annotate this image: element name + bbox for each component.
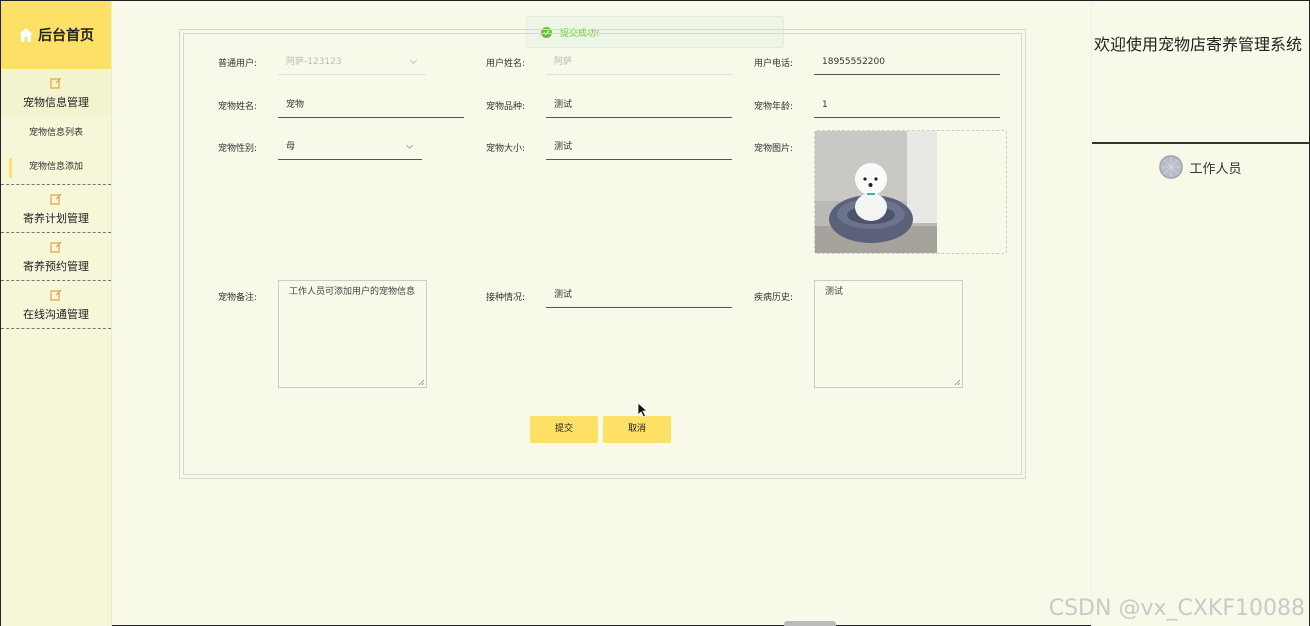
home-label: 后台首页: [38, 28, 94, 44]
pet-age-label: 宠物年龄:: [754, 102, 794, 112]
menu-group-label: 宠物信息管理: [23, 96, 89, 109]
pet-form-card: 普通用户: 阿萨-123123 用户姓名: 阿萨 用户电话: 189555522…: [179, 29, 1026, 479]
pet-breed-input[interactable]: 测试: [546, 92, 732, 118]
resize-grip-icon[interactable]: [418, 379, 425, 386]
pet-size-input[interactable]: 测试: [546, 134, 732, 160]
menu-group-pet-info[interactable]: 宠物信息管理: [1, 69, 111, 116]
edit-icon: [50, 193, 62, 205]
pet-image-label: 宠物图片:: [754, 144, 794, 154]
avatar: [1159, 155, 1184, 179]
user-name-input[interactable]: 阿萨: [546, 49, 732, 75]
pet-remark-textarea[interactable]: 工作人员可添加用户的宠物信息: [278, 280, 427, 388]
user-select-value: 阿萨-123123: [286, 57, 342, 67]
sub-item-pet-add[interactable]: 宠物信息添加: [1, 150, 111, 184]
pet-size-label: 宠物大小:: [486, 144, 526, 154]
sub-item-pet-list[interactable]: 宠物信息列表: [1, 116, 111, 150]
pet-remark-label: 宠物备注:: [218, 293, 258, 303]
edit-icon: [50, 289, 62, 301]
sidebar: 后台首页 宠物信息管理 宠物信息列表 宠物信息添加 寄养计划管理 寄养预约管理 …: [1, 1, 112, 626]
system-title: 欢迎使用宠物店寄养管理系统: [1092, 1, 1309, 144]
pet-remark-value: 工作人员可添加用户的宠物信息: [289, 287, 416, 297]
watermark: CSDN @vx_CXKF10088: [1048, 596, 1305, 621]
vaccination-label: 接种情况:: [486, 293, 526, 303]
pet-breed-label: 宠物品种:: [486, 102, 526, 112]
menu-group-label: 在线沟通管理: [23, 308, 89, 321]
user-phone-input[interactable]: 18955552200: [814, 49, 1000, 75]
right-panel: 欢迎使用宠物店寄养管理系统 工作人员 CSDN @vx_CXKF10088: [1049, 1, 1309, 626]
resize-grip-icon[interactable]: [954, 379, 961, 386]
pet-gender-select[interactable]: 母: [278, 134, 422, 160]
menu-group-label: 寄养预约管理: [23, 260, 89, 273]
disease-history-textarea[interactable]: 测试: [814, 280, 963, 388]
chevron-down-icon: [406, 144, 413, 149]
menu-group-foster-booking[interactable]: 寄养预约管理: [1, 233, 111, 281]
pet-gender-label: 宠物性别:: [218, 144, 258, 154]
pet-gender-value: 母: [286, 142, 296, 152]
menu-group-foster-plan[interactable]: 寄养计划管理: [1, 185, 111, 233]
edit-icon: [50, 241, 62, 253]
cancel-button[interactable]: 取消: [603, 416, 671, 443]
home-icon: [19, 28, 33, 42]
pet-photo: [815, 131, 937, 253]
scrollbar[interactable]: [784, 621, 836, 626]
menu-group-online-chat[interactable]: 在线沟通管理: [1, 281, 111, 329]
user-label: 普通用户:: [218, 59, 258, 69]
chevron-down-icon: [410, 59, 417, 64]
user-phone-label: 用户电话:: [754, 59, 794, 69]
pet-name-input[interactable]: 宠物: [278, 92, 464, 118]
user-name-label: 用户姓名:: [486, 59, 526, 69]
pet-age-input[interactable]: 1: [814, 92, 1000, 118]
menu-group-label: 寄养计划管理: [23, 212, 89, 225]
role-label: 工作人员: [1189, 161, 1242, 177]
mouse-cursor-icon: [637, 402, 649, 418]
disease-history-label: 疾病历史:: [754, 293, 794, 303]
vaccination-input[interactable]: 测试: [546, 282, 732, 308]
disease-history-value: 测试: [825, 287, 844, 297]
home-link[interactable]: 后台首页: [1, 1, 111, 69]
edit-icon: [50, 77, 62, 89]
user-role[interactable]: 工作人员: [1092, 155, 1309, 179]
avatar-icon: [1159, 155, 1183, 179]
submit-button[interactable]: 提交: [530, 416, 598, 443]
user-select[interactable]: 阿萨-123123: [278, 49, 426, 75]
pet-name-label: 宠物姓名:: [218, 102, 258, 112]
pet-image-upload[interactable]: [814, 130, 1007, 254]
